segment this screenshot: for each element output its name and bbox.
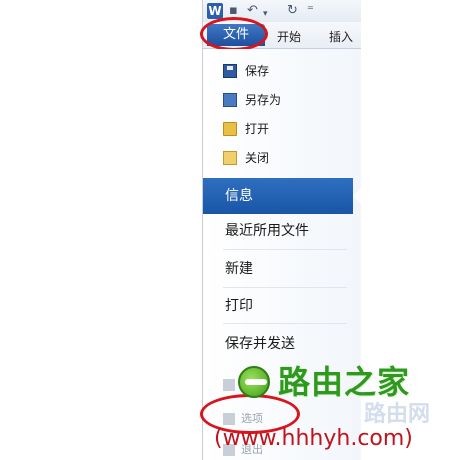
menu-divider xyxy=(223,323,347,324)
undo-dropdown-icon[interactable]: ▾ xyxy=(263,6,268,22)
ribbon-tabs: 文件 开始 插入 xyxy=(200,17,361,51)
menu-item-recent[interactable]: 最近所用文件 xyxy=(225,219,309,243)
save-icon xyxy=(223,64,237,78)
word-logo-icon: W xyxy=(207,3,223,19)
menu-divider xyxy=(223,249,347,250)
menu-item-label: 另存为 xyxy=(245,93,282,107)
menu-item-label: 关闭 xyxy=(245,151,270,165)
customize-toolbar-icon[interactable]: ⁼ xyxy=(307,3,314,19)
help-icon xyxy=(223,379,235,391)
save-quick-icon[interactable]: ▪ xyxy=(229,3,238,19)
menu-item-label: 选项 xyxy=(241,412,263,425)
menu-item-options[interactable]: 选项 xyxy=(223,410,263,426)
redo-icon[interactable]: ↻ xyxy=(287,3,298,19)
tab-file[interactable]: 文件 xyxy=(207,24,265,46)
menu-item-label: 保存 xyxy=(245,64,270,78)
options-icon xyxy=(223,413,235,425)
watermark-faint-text: 路由网 xyxy=(364,402,431,427)
menu-item-save[interactable]: 保存 xyxy=(223,60,269,82)
watermark-logo-icon xyxy=(238,366,270,398)
watermark-brand: 路由之家 xyxy=(278,363,411,401)
undo-icon[interactable]: ↶ xyxy=(247,3,258,19)
menu-item-save-as[interactable]: 另存为 xyxy=(223,89,281,111)
menu-item-info[interactable]: 信息 xyxy=(203,178,361,214)
close-folder-icon xyxy=(223,151,237,165)
tab-home[interactable]: 开始 xyxy=(277,28,301,45)
menu-divider xyxy=(223,287,347,288)
menu-item-close[interactable]: 关闭 xyxy=(223,147,269,169)
menu-item-save-send[interactable]: 保存并发送 xyxy=(225,332,295,356)
menu-item-open[interactable]: 打开 xyxy=(223,118,269,140)
open-folder-icon xyxy=(223,122,237,136)
save-as-icon xyxy=(223,93,237,107)
watermark-url: (www.hhhyh.com) xyxy=(214,426,413,451)
menu-item-new[interactable]: 新建 xyxy=(225,257,253,281)
quick-access-toolbar: W ▪ ↶ ▾ ↻ ⁼ xyxy=(203,0,361,22)
tab-insert[interactable]: 插入 xyxy=(329,28,353,45)
menu-item-print[interactable]: 打印 xyxy=(225,294,253,318)
menu-item-label: 打开 xyxy=(245,122,270,136)
